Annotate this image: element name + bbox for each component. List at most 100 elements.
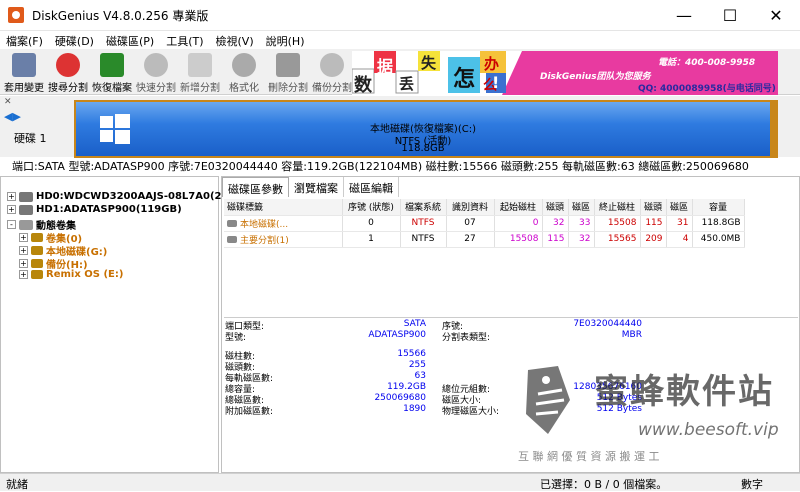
banner-brand: DiskGenius团队为您服务 xyxy=(540,72,651,82)
small-partition-bar[interactable] xyxy=(772,100,778,158)
tab-partition-params[interactable]: 磁碟區參數 xyxy=(222,177,289,197)
model-label: 型號: xyxy=(225,333,247,343)
partition-bar-c[interactable]: 本地磁碟(恢復檔案)(C:) NTFS (活動) 118.8GB xyxy=(74,100,772,158)
partition-icon xyxy=(31,246,43,255)
tree-item-hd1[interactable]: + HD1:ADATASP900(119GB) xyxy=(7,204,182,215)
expand-icon[interactable]: + xyxy=(19,259,28,268)
phys-sector-label: 物理磁區大小: xyxy=(442,407,500,417)
banner-char-4: 失 xyxy=(421,54,437,72)
banner-char-7: 办 xyxy=(484,55,500,73)
table-header-row: 磁碟標籤 序號 (狀態) 檔案系統 識別資料 起始磁柱 磁頭 磁區 終止磁柱 磁… xyxy=(224,199,745,216)
expand-icon[interactable]: + xyxy=(7,205,16,214)
banner-char-8: ! xyxy=(492,73,500,92)
parttable-value: MBR xyxy=(621,330,642,340)
partition-table: 磁碟標籤 序號 (狀態) 檔案系統 識別資料 起始磁柱 磁頭 磁區 終止磁柱 磁… xyxy=(224,199,745,248)
total-sectors-value: 250069680 xyxy=(374,393,426,403)
col-seq[interactable]: 序號 (狀態) xyxy=(342,199,401,216)
delete-partition-button[interactable]: 刪除分割 xyxy=(268,51,308,94)
minimize-button[interactable]: — xyxy=(661,0,707,31)
status-numlock: 數字 xyxy=(741,478,763,491)
cylinders-value: 15566 xyxy=(397,349,426,359)
banner-char-5: 怎 xyxy=(453,67,476,92)
search-partition-button[interactable]: 搜尋分割 xyxy=(48,51,88,94)
save-disk-icon xyxy=(12,53,36,77)
expand-icon[interactable]: + xyxy=(7,192,16,201)
close-icon-small[interactable]: ✕ xyxy=(4,97,12,107)
table-row[interactable]: 本地磁碟(... 0 NTFS 07 0 32 33 15508 115 31 … xyxy=(224,215,745,232)
backup-icon xyxy=(320,53,344,77)
status-bar: 就緒 已選擇：0 B / 0 個檔案。 數字 xyxy=(0,473,800,491)
serial-value: 7E0320044440 xyxy=(573,319,642,329)
format-icon xyxy=(232,53,256,77)
maximize-button[interactable]: ☐ xyxy=(707,0,753,31)
col-start-sector[interactable]: 磁區 xyxy=(568,199,595,216)
parttable-label: 分割表類型: xyxy=(442,333,491,343)
tab-sector-editor[interactable]: 磁區編輯 xyxy=(344,177,399,197)
banner-char-1: 数 xyxy=(354,75,372,95)
tab-strip: 磁碟區參數 瀏覽檔案 磁區編輯 xyxy=(222,177,399,197)
apply-changes-button[interactable]: 套用變更 xyxy=(4,51,44,94)
bee-logo-icon xyxy=(526,366,570,434)
new-partition-button[interactable]: 新增分割 xyxy=(180,51,220,94)
menu-file[interactable]: 檔案(F) xyxy=(0,31,49,49)
expand-icon[interactable]: + xyxy=(19,270,28,279)
col-end-cyl[interactable]: 終止磁柱 xyxy=(594,199,641,216)
quick-partition-button[interactable]: 快速分割 xyxy=(136,51,176,94)
menu-disk[interactable]: 硬碟(D) xyxy=(49,31,100,49)
banner-char-2: 据 xyxy=(377,57,394,76)
format-button[interactable]: 格式化 xyxy=(224,51,264,94)
menu-help[interactable]: 說明(H) xyxy=(260,31,311,49)
menu-view[interactable]: 檢視(V) xyxy=(210,31,260,49)
table-row[interactable]: 主要分割(1) 1 NTFS 27 15508 115 32 15565 209… xyxy=(224,231,745,248)
col-fs[interactable]: 檔案系統 xyxy=(400,199,447,216)
col-start-cyl[interactable]: 起始磁柱 xyxy=(494,199,543,216)
banner-qq: QQ: 4000089958(与电话同号) xyxy=(638,84,776,94)
backup-partition-button[interactable]: 備份分割 xyxy=(312,51,352,94)
partition-icon xyxy=(31,233,43,242)
col-capacity[interactable]: 容量 xyxy=(692,199,745,216)
port-type-value: SATA xyxy=(403,319,426,329)
recover-icon xyxy=(100,53,124,77)
tab-browse-files[interactable]: 瀏覽檔案 xyxy=(289,177,344,197)
new-partition-icon xyxy=(188,53,212,77)
banner-tel: 電話：400-008-9958 xyxy=(658,58,756,68)
heads-value: 255 xyxy=(408,360,426,370)
col-label[interactable]: 磁碟標籤 xyxy=(224,199,343,216)
watermark-name: 蜜蜂軟件站 xyxy=(594,372,774,412)
dynamic-volume-icon xyxy=(19,219,33,230)
status-selection: 已選擇：0 B / 0 個檔案。 xyxy=(540,478,668,491)
capacity-value: 119.2GB xyxy=(387,382,426,392)
menu-partition[interactable]: 磁碟區(P) xyxy=(100,31,160,49)
ad-banner[interactable]: 数 据 丢 失 怎 么 办 ! DiskGenius团队为您服务 電話：400-… xyxy=(352,51,778,95)
col-end-sector[interactable]: 磁區 xyxy=(666,199,693,216)
col-id[interactable]: 識別資料 xyxy=(446,199,495,216)
quick-partition-icon xyxy=(144,53,168,77)
partition-size: 118.8GB xyxy=(401,143,445,154)
col-start-head[interactable]: 磁頭 xyxy=(542,199,569,216)
window-title: DiskGenius V4.8.0.256 專業版 xyxy=(32,9,209,23)
recover-files-button[interactable]: 恢復檔案 xyxy=(92,51,132,94)
partition-icon xyxy=(227,235,237,243)
menu-tools[interactable]: 工具(T) xyxy=(160,31,209,49)
tree-item-hd0[interactable]: + HD0:WDCWD3200AAJS-08L7A0(298G) xyxy=(7,191,248,202)
disk-nav-arrows[interactable]: ◀▶ xyxy=(4,110,21,123)
title-bar: DiskGenius V4.8.0.256 專業版 — ☐ ✕ xyxy=(0,0,800,31)
watermark-url: www.beesoft.vip xyxy=(638,420,779,440)
model-value: ADATASP900 xyxy=(368,330,426,340)
expand-icon[interactable]: + xyxy=(19,246,28,255)
menu-bar: 檔案(F) 硬碟(D) 磁碟區(P) 工具(T) 檢視(V) 說明(H) xyxy=(0,31,800,49)
disk-info-line: 端口:SATA 型號:ADATASP900 序號:7E0320044440 容量… xyxy=(12,160,749,173)
collapse-icon[interactable]: - xyxy=(7,220,16,229)
extra-sectors-value: 1890 xyxy=(403,404,426,414)
tree-item-e[interactable]: + Remix OS (E:) xyxy=(19,269,123,280)
spt-value: 63 xyxy=(414,371,426,381)
extra-sectors-label: 附加磁區數: xyxy=(225,407,274,417)
disk-label: 硬碟 1 xyxy=(14,132,47,145)
divider xyxy=(224,317,798,318)
search-partition-icon xyxy=(56,53,80,77)
close-button[interactable]: ✕ xyxy=(753,0,799,31)
hard-disk-icon xyxy=(19,191,33,202)
expand-icon[interactable]: + xyxy=(19,233,28,242)
partition-icon xyxy=(31,259,43,268)
col-end-head[interactable]: 磁頭 xyxy=(640,199,667,216)
